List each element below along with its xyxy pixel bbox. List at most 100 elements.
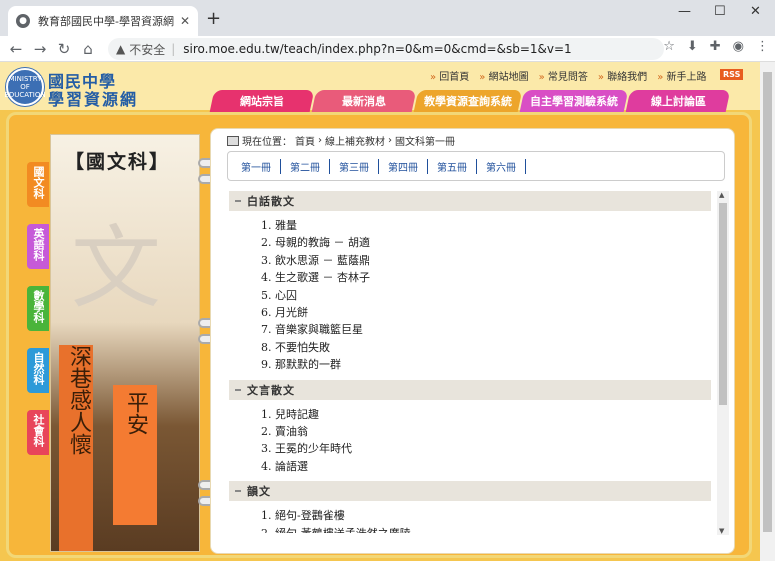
- subject-tab-chinese[interactable]: 國文科: [27, 162, 49, 207]
- lesson-list: 白話散文 雅量 母親的教誨 － 胡適 飲水思源 － 藍蔭鼎 生之歌選 － 杏林子…: [229, 191, 711, 533]
- subject-title: 【國文科】: [65, 151, 171, 173]
- section-header: 白話散文: [229, 191, 711, 211]
- lesson-item[interactable]: 不要怕失敗: [275, 339, 711, 356]
- lesson-item[interactable]: 心囚: [275, 287, 711, 304]
- book-tab-3[interactable]: 第三冊: [330, 158, 379, 174]
- monitor-icon: [227, 135, 239, 146]
- lesson-item[interactable]: 論語選: [275, 458, 711, 475]
- minimize-icon[interactable]: —: [678, 4, 691, 19]
- lesson-item[interactable]: 絕句-登鸛雀樓: [275, 507, 711, 524]
- window-close-icon[interactable]: ✕: [750, 4, 761, 19]
- nav-tab-news[interactable]: 最新消息: [311, 90, 417, 112]
- section-header: 文言散文: [229, 379, 711, 400]
- back-icon[interactable]: ←: [4, 40, 28, 58]
- lesson-item[interactable]: 飲水思源 － 藍蔭鼎: [275, 252, 711, 269]
- list-scrollbar[interactable]: ▲ ▼: [717, 191, 729, 535]
- extensions-icon[interactable]: ✚: [710, 39, 721, 54]
- breadcrumb-sep: ›: [318, 135, 322, 146]
- tab-title: 教育部國民中學-學習資源網: [38, 15, 174, 28]
- breadcrumb-label: 現在位置：: [242, 137, 292, 148]
- scroll-down-icon[interactable]: ▼: [719, 527, 724, 535]
- nav-tab-forum[interactable]: 線上討論區: [625, 90, 731, 112]
- page-scrollbar[interactable]: [760, 62, 775, 561]
- lesson-item[interactable]: 月光餅: [275, 304, 711, 321]
- maximize-icon[interactable]: ☐: [714, 4, 726, 19]
- nav-tab-purpose[interactable]: 網站宗旨: [209, 90, 315, 112]
- menu-icon[interactable]: ⋮: [756, 39, 769, 54]
- nav-tab-self-test[interactable]: 自主學習測驗系統: [519, 90, 629, 112]
- subject-label: 國文科: [32, 166, 45, 199]
- rss-badge[interactable]: RSS: [720, 69, 744, 80]
- banner-couplet-left: 深巷感人懷: [59, 345, 93, 551]
- address-bar[interactable]: ▲ 不安全 | siro.moe.edu.tw/teach/index.php?…: [108, 38, 664, 60]
- site-name-line2[interactable]: 學習資源網: [48, 86, 138, 110]
- nav-tab-label: 自主學習測驗系統: [530, 95, 618, 108]
- new-tab-icon[interactable]: +: [206, 10, 221, 28]
- reload-icon[interactable]: ↻: [52, 40, 76, 58]
- book-tab-1[interactable]: 第一冊: [232, 158, 281, 174]
- lesson-item[interactable]: 母親的教誨 － 胡適: [275, 234, 711, 251]
- subject-tab-science[interactable]: 自然科: [27, 348, 49, 393]
- page-scroll-thumb[interactable]: [763, 72, 772, 532]
- lesson-item[interactable]: 王冕的少年時代: [275, 440, 711, 457]
- book-tab-4[interactable]: 第四冊: [379, 158, 428, 174]
- scroll-up-icon[interactable]: ▲: [719, 191, 724, 199]
- lesson-item[interactable]: 音樂家與職籃巨星: [275, 321, 711, 338]
- subject-tab-social[interactable]: 社會科: [27, 410, 49, 455]
- lesson-item[interactable]: 雅量: [275, 217, 711, 234]
- warning-icon[interactable]: ▲: [116, 42, 125, 56]
- couplet-right-text: 平安: [123, 391, 148, 435]
- link-home[interactable]: 回首頁: [430, 68, 469, 83]
- tab-strip: ● 教育部國民中學-學習資源網 ✕ + — ☐ ✕: [0, 0, 775, 36]
- lesson-list-classical: 兒時記趣 賣油翁 王冕的少年時代 論語選: [229, 406, 711, 476]
- subject-label: 自然科: [32, 352, 45, 385]
- logo-text: MINISTRY OF EDUCATION: [4, 75, 46, 99]
- nav-tab-label: 線上討論區: [650, 95, 706, 108]
- download-icon[interactable]: ⬇: [687, 39, 698, 54]
- subject-label: 社會科: [32, 414, 45, 447]
- subject-tab-english[interactable]: 英語科: [27, 224, 49, 269]
- banner-couplet-right: 平安: [113, 385, 157, 525]
- home-icon[interactable]: ⌂: [76, 40, 100, 58]
- link-contact[interactable]: 聯絡我們: [598, 68, 647, 83]
- browser-tab[interactable]: ● 教育部國民中學-學習資源網 ✕: [8, 6, 198, 36]
- browser-toolbar: ← → ↻ ⌂ ▲ 不安全 | siro.moe.edu.tw/teach/in…: [0, 36, 775, 62]
- breadcrumb-sep: ›: [388, 135, 392, 146]
- close-tab-icon[interactable]: ✕: [180, 14, 190, 28]
- url-text[interactable]: siro.moe.edu.tw/teach/index.php?n=0&m=0&…: [183, 42, 571, 56]
- subject-tab-math[interactable]: 數學科: [27, 286, 49, 331]
- book-tabs: 第一冊 第二冊 第三冊 第四冊 第五冊 第六冊: [227, 151, 725, 181]
- link-newbie[interactable]: 新手上路: [657, 68, 706, 83]
- subject-label: 英語科: [32, 228, 45, 261]
- globe-icon: ●: [16, 14, 30, 28]
- section-header: 韻文: [229, 481, 711, 502]
- forward-icon[interactable]: →: [28, 40, 52, 58]
- bookmark-star-icon[interactable]: ☆: [663, 39, 675, 54]
- nav-tab-resource-search[interactable]: 教學資源查詢系統: [413, 90, 523, 112]
- moe-logo[interactable]: MINISTRY OF EDUCATION: [4, 68, 46, 106]
- breadcrumb-home[interactable]: 首頁: [295, 133, 315, 148]
- banner-big-char: 文: [71, 216, 161, 321]
- toolbar-icons: ☆ ⬇ ✚ ◉ ⋮: [663, 39, 769, 54]
- link-faq[interactable]: 常見問答: [539, 68, 588, 83]
- breadcrumb-materials[interactable]: 線上補充教材: [325, 133, 385, 148]
- scroll-thumb[interactable]: [719, 203, 727, 405]
- link-sitemap[interactable]: 網站地圖: [479, 68, 529, 83]
- book-tab-6[interactable]: 第六冊: [477, 158, 526, 174]
- breadcrumb-current: 國文科第一冊: [395, 137, 455, 148]
- breadcrumb: 現在位置： 首頁 › 線上補充教材 › 國文科第一冊: [227, 133, 455, 148]
- profile-icon[interactable]: ◉: [733, 39, 744, 54]
- lesson-item[interactable]: 兒時記趣: [275, 406, 711, 423]
- content-panel: 現在位置： 首頁 › 線上補充教材 › 國文科第一冊 第一冊 第二冊 第三冊 第…: [210, 128, 735, 554]
- separator: |: [171, 42, 176, 56]
- lesson-item[interactable]: 生之歌選 － 杏林子: [275, 269, 711, 286]
- security-label: 不安全: [129, 42, 166, 57]
- subject-banner: 文 【國文科】 深巷感人懷 平安: [50, 134, 200, 552]
- lesson-item[interactable]: 絕句-黃鶴樓送孟浩然之廣陵: [275, 525, 711, 533]
- nav-tab-label: 教學資源查詢系統: [424, 95, 512, 108]
- book-tab-5[interactable]: 第五冊: [428, 158, 477, 174]
- lesson-item[interactable]: 那默默的一群: [275, 356, 711, 373]
- book-tab-2[interactable]: 第二冊: [281, 158, 330, 174]
- lesson-item[interactable]: 賣油翁: [275, 423, 711, 440]
- page: MINISTRY OF EDUCATION 國民中學 學習資源網 回首頁 網站地…: [0, 62, 760, 561]
